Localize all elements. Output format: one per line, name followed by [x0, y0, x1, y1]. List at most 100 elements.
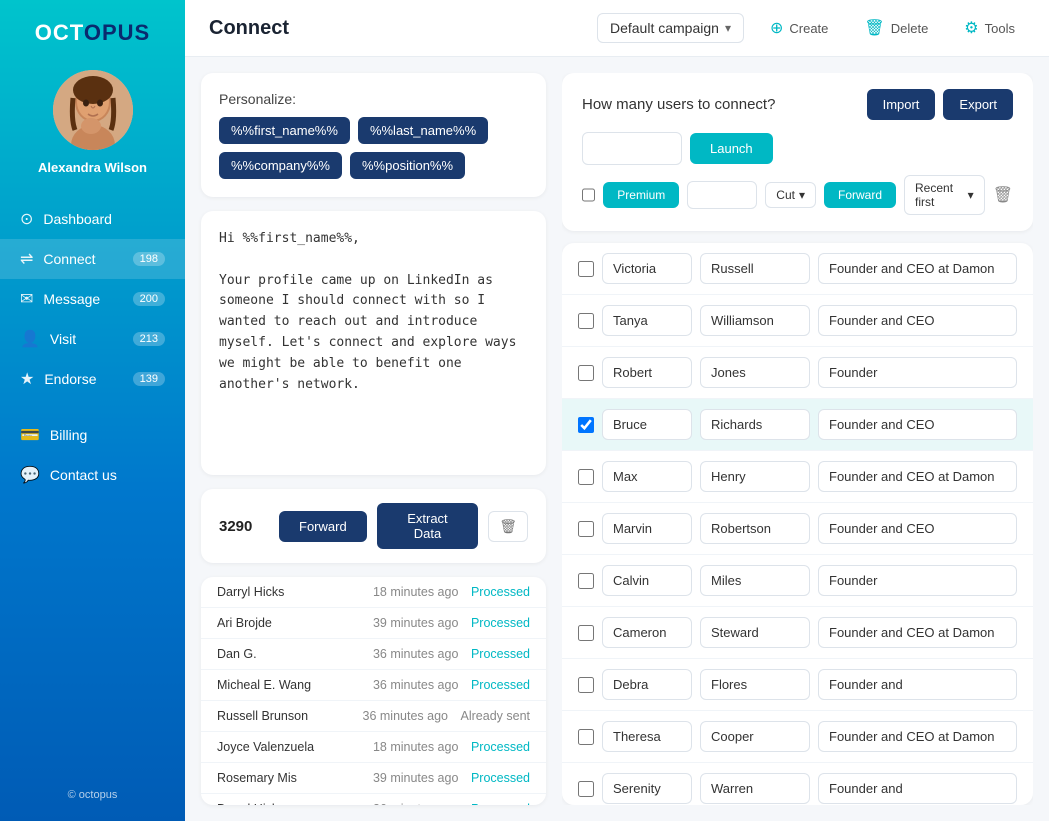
recent-select[interactable]: Recent first ▾ [904, 175, 985, 215]
user-checkbox[interactable] [578, 625, 594, 641]
user-last-name: Williamson [700, 305, 810, 336]
activity-name: Ari Brojde [217, 616, 365, 630]
user-title: Founder [818, 357, 1017, 388]
select-all-checkbox[interactable] [582, 187, 595, 203]
launch-input[interactable] [582, 132, 682, 165]
right-panel: How many users to connect? Import Export… [562, 73, 1033, 805]
user-first-name: Theresa [602, 721, 692, 752]
user-last-name: Henry [700, 461, 810, 492]
personalize-card: Personalize: %%first_name%% %%last_name%… [201, 73, 546, 197]
user-last-name: Robertson [700, 513, 810, 544]
import-button[interactable]: Import [867, 89, 936, 120]
user-checkbox[interactable] [578, 417, 594, 433]
user-first-name: Marvin [602, 513, 692, 544]
user-checkbox[interactable] [578, 365, 594, 381]
users-table: Victoria Russell Founder and CEO at Damo… [562, 243, 1033, 805]
filter-bar: Premium Cut ▾ Forward Recent first ▾ 🗑 [582, 175, 1013, 215]
table-row: Cameron Steward Founder and CEO at Damon [562, 607, 1033, 659]
message-badge: 200 [133, 292, 165, 306]
user-checkbox[interactable] [578, 729, 594, 745]
user-last-name: Miles [700, 565, 810, 596]
table-row: Max Henry Founder and CEO at Damon [562, 451, 1033, 503]
sidebar-item-visit[interactable]: 👤 Visit 213 [0, 319, 185, 359]
table-row: Victoria Russell Founder and CEO at Damo… [562, 243, 1033, 295]
activity-status: Processed [471, 616, 530, 630]
activity-time: 36 minutes ago [363, 709, 453, 723]
activity-time: 18 minutes ago [373, 585, 463, 599]
username: Alexandra Wilson [38, 160, 147, 175]
activity-name: Joyce Valenzuela [217, 740, 365, 754]
top-bar: Connect Default campaign ▾ ⊕ Create 🗑 De… [185, 0, 1049, 57]
user-last-name: Steward [700, 617, 810, 648]
tools-icon: ⚙ [964, 18, 978, 38]
create-icon: ⊕ [770, 18, 783, 38]
tools-button[interactable]: ⚙ Tools [954, 12, 1025, 44]
campaign-name: Default campaign [610, 20, 719, 36]
contact-icon: 💬 [20, 465, 40, 485]
activity-status: Processed [471, 771, 530, 785]
launch-button[interactable]: Launch [690, 133, 773, 164]
activity-status: Processed [471, 740, 530, 754]
sidebar-item-message[interactable]: ✉ Message 200 [0, 279, 185, 319]
sidebar-item-billing[interactable]: 💳 Billing [0, 415, 185, 455]
user-checkbox[interactable] [578, 469, 594, 485]
user-first-name: Max [602, 461, 692, 492]
launch-row: Launch [582, 132, 1013, 165]
user-checkbox[interactable] [578, 677, 594, 693]
user-title: Founder and CEO at Damon [818, 253, 1017, 284]
delete-button[interactable]: 🗑 Delete [854, 12, 938, 44]
table-row: Calvin Miles Founder [562, 555, 1033, 607]
activity-item: Micheal E. Wang 36 minutes ago Processed [201, 670, 546, 701]
count-display: 3290 [219, 518, 269, 535]
logo-text: OCTOPUS [35, 20, 150, 46]
activity-time: 39 minutes ago [373, 771, 463, 785]
message-textarea[interactable] [219, 229, 528, 389]
user-checkbox[interactable] [578, 521, 594, 537]
table-row: Debra Flores Founder and [562, 659, 1033, 711]
activity-item: Ari Brojde 39 minutes ago Processed [201, 608, 546, 639]
forward-button[interactable]: Forward [279, 511, 367, 542]
nav-items: ⊙ Dashboard ⇌ Connect 198 ✉ Message 200 … [0, 199, 185, 495]
cut-select[interactable]: Cut ▾ [765, 182, 816, 208]
tag-first-name[interactable]: %%first_name%% [219, 117, 350, 144]
sidebar-item-contact[interactable]: 💬 Contact us [0, 455, 185, 495]
user-last-name: Richards [700, 409, 810, 440]
tag-position[interactable]: %%position%% [350, 152, 465, 179]
sidebar-item-connect[interactable]: ⇌ Connect 198 [0, 239, 185, 279]
table-row: Theresa Cooper Founder and CEO at Damon [562, 711, 1033, 763]
cut-filter-input[interactable] [687, 181, 757, 209]
campaign-selector[interactable]: Default campaign ▾ [597, 13, 744, 43]
avatar [53, 70, 133, 150]
table-row: Serenity Warren Founder and [562, 763, 1033, 805]
export-button[interactable]: Export [943, 89, 1013, 120]
extract-button[interactable]: Extract Data [377, 503, 479, 549]
user-title: Founder and CEO [818, 409, 1017, 440]
tag-company[interactable]: %%company%% [219, 152, 342, 179]
user-checkbox[interactable] [578, 313, 594, 329]
activity-status: Already sent [461, 709, 530, 723]
premium-filter-button[interactable]: Premium [603, 182, 679, 208]
user-checkbox[interactable] [578, 781, 594, 797]
user-last-name: Flores [700, 669, 810, 700]
filter-delete-icon[interactable]: 🗑 [993, 185, 1013, 205]
activity-status: Processed [471, 678, 530, 692]
user-first-name: Debra [602, 669, 692, 700]
activity-name: Russell Brunson [217, 709, 355, 723]
users-question: How many users to connect? [582, 96, 775, 113]
tag-last-name[interactable]: %%last_name%% [358, 117, 488, 144]
connect-badge: 198 [133, 252, 165, 266]
delete-small-button[interactable]: 🗑 [488, 511, 528, 542]
activity-name: Rosemary Mis [217, 771, 365, 785]
sidebar-item-dashboard[interactable]: ⊙ Dashboard [0, 199, 185, 239]
activity-item: Russell Brunson 36 minutes ago Already s… [201, 701, 546, 732]
user-checkbox[interactable] [578, 261, 594, 277]
user-checkbox[interactable] [578, 573, 594, 589]
personalize-tags: %%first_name%% %%last_name%% %%company%%… [219, 117, 528, 179]
chevron-cut-icon: ▾ [799, 188, 805, 202]
endorse-icon: ★ [20, 369, 34, 389]
user-last-name: Warren [700, 773, 810, 804]
create-button[interactable]: ⊕ Create [760, 12, 838, 44]
activity-time: 36 minutes ago [373, 647, 463, 661]
forward-filter-button[interactable]: Forward [824, 182, 896, 208]
sidebar-item-endorse[interactable]: ★ Endorse 139 [0, 359, 185, 399]
